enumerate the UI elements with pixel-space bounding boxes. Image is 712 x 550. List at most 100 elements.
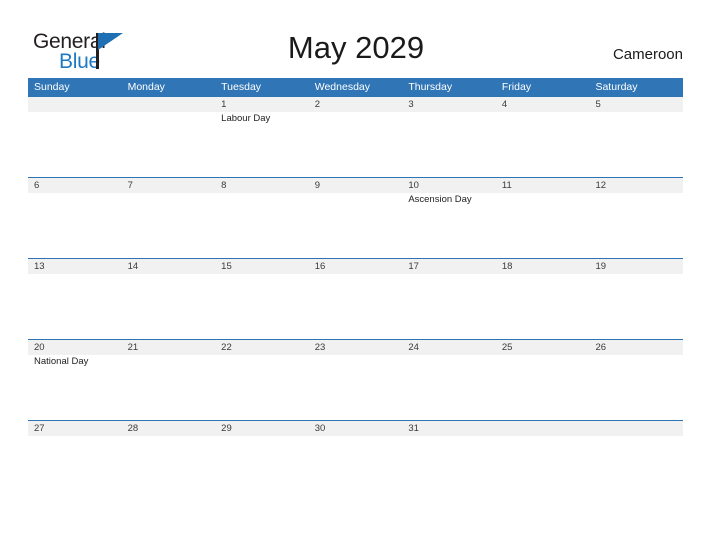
day-number[interactable]: 4 — [496, 97, 590, 112]
day-cell[interactable] — [122, 274, 216, 339]
day-cell[interactable] — [215, 355, 309, 420]
day-cell[interactable] — [496, 436, 590, 501]
day-cell[interactable] — [122, 436, 216, 501]
day-number[interactable]: 23 — [309, 340, 403, 355]
week-row: 27 28 29 30 31 — [28, 420, 683, 501]
week-row: 13 14 15 16 17 18 19 — [28, 258, 683, 339]
week-date-band: 13 14 15 16 17 18 19 — [28, 259, 683, 274]
day-cell[interactable] — [215, 436, 309, 501]
weekday-header-monday: Monday — [127, 81, 165, 93]
day-number[interactable]: 1 — [215, 97, 309, 112]
day-cell[interactable] — [28, 112, 122, 177]
day-cell[interactable] — [28, 193, 122, 258]
day-number[interactable]: 22 — [215, 340, 309, 355]
day-number[interactable]: 2 — [309, 97, 403, 112]
day-number[interactable] — [496, 421, 590, 436]
day-number[interactable]: 28 — [122, 421, 216, 436]
day-cell[interactable] — [589, 112, 683, 177]
calendar-page: General Blue May 2029 Cameroon Sunday Mo… — [0, 0, 712, 550]
day-number[interactable]: 29 — [215, 421, 309, 436]
day-cell[interactable] — [215, 193, 309, 258]
day-number[interactable]: 10 — [402, 178, 496, 193]
day-number[interactable]: 14 — [122, 259, 216, 274]
day-cell[interactable] — [402, 436, 496, 501]
week-date-band: 6 7 8 9 10 11 12 — [28, 178, 683, 193]
day-number[interactable]: 30 — [309, 421, 403, 436]
week-event-area: Labour Day — [28, 112, 683, 177]
day-number[interactable]: 8 — [215, 178, 309, 193]
day-number[interactable] — [28, 97, 122, 112]
page-header: General Blue May 2029 Cameroon — [0, 0, 712, 78]
day-cell[interactable] — [309, 355, 403, 420]
weekday-header-thursday: Thursday — [408, 81, 453, 93]
day-number[interactable]: 20 — [28, 340, 122, 355]
day-number[interactable]: 15 — [215, 259, 309, 274]
page-title: May 2029 — [287, 30, 425, 65]
weekday-header-wednesday: Wednesday — [314, 81, 370, 93]
day-cell[interactable] — [122, 112, 216, 177]
day-cell[interactable] — [28, 274, 122, 339]
day-cell[interactable] — [402, 112, 496, 177]
day-number[interactable]: 5 — [589, 97, 683, 112]
week-row: 6 7 8 9 10 11 12 Ascension Day — [28, 177, 683, 258]
day-cell[interactable]: Labour Day — [215, 112, 309, 177]
holiday-label: Labour Day — [221, 113, 271, 124]
day-number[interactable]: 25 — [496, 340, 590, 355]
day-cell[interactable] — [122, 193, 216, 258]
day-cell[interactable]: National Day — [28, 355, 122, 420]
day-cell[interactable] — [402, 355, 496, 420]
day-number[interactable]: 7 — [122, 178, 216, 193]
day-cell[interactable] — [309, 274, 403, 339]
day-number[interactable]: 13 — [28, 259, 122, 274]
day-cell[interactable] — [589, 274, 683, 339]
day-number[interactable]: 17 — [402, 259, 496, 274]
day-cell[interactable] — [589, 355, 683, 420]
day-cell[interactable] — [402, 274, 496, 339]
day-number[interactable] — [589, 421, 683, 436]
calendar-grid: Sunday Monday Tuesday Wednesday Thursday… — [28, 78, 683, 501]
holiday-label: National Day — [34, 356, 89, 367]
day-number[interactable]: 21 — [122, 340, 216, 355]
country-label: Cameroon — [612, 46, 683, 63]
week-event-area: National Day — [28, 355, 683, 420]
holiday-label: Ascension Day — [408, 194, 472, 205]
weekday-header-friday: Friday — [501, 81, 532, 93]
weekday-header-sunday: Sunday — [34, 81, 70, 93]
day-number[interactable]: 26 — [589, 340, 683, 355]
day-cell[interactable] — [589, 436, 683, 501]
day-cell[interactable] — [589, 193, 683, 258]
day-number[interactable]: 6 — [28, 178, 122, 193]
week-event-area: Ascension Day — [28, 193, 683, 258]
day-cell[interactable] — [496, 193, 590, 258]
weekday-header-tuesday: Tuesday — [221, 81, 262, 93]
day-number[interactable]: 24 — [402, 340, 496, 355]
day-cell[interactable] — [28, 436, 122, 501]
day-number[interactable]: 11 — [496, 178, 590, 193]
day-number[interactable]: 27 — [28, 421, 122, 436]
day-cell[interactable] — [215, 274, 309, 339]
day-cell[interactable] — [496, 274, 590, 339]
weekday-header-saturday: Saturday — [595, 81, 638, 93]
day-cell[interactable]: Ascension Day — [402, 193, 496, 258]
weekday-header-row: Sunday Monday Tuesday Wednesday Thursday… — [28, 78, 683, 96]
week-event-area — [28, 274, 683, 339]
day-cell[interactable] — [496, 355, 590, 420]
day-number[interactable]: 3 — [402, 97, 496, 112]
day-number[interactable]: 18 — [496, 259, 590, 274]
day-number[interactable]: 12 — [589, 178, 683, 193]
day-number[interactable]: 9 — [309, 178, 403, 193]
day-number[interactable]: 16 — [309, 259, 403, 274]
day-number[interactable]: 31 — [402, 421, 496, 436]
day-cell[interactable] — [122, 355, 216, 420]
day-cell[interactable] — [309, 112, 403, 177]
week-event-area — [28, 436, 683, 501]
week-row: 1 2 3 4 5 Labour Day — [28, 96, 683, 177]
day-cell[interactable] — [309, 193, 403, 258]
day-cell[interactable] — [496, 112, 590, 177]
week-row: 20 21 22 23 24 25 26 National Day — [28, 339, 683, 420]
day-number[interactable] — [122, 97, 216, 112]
day-cell[interactable] — [309, 436, 403, 501]
day-number[interactable]: 19 — [589, 259, 683, 274]
week-date-band: 20 21 22 23 24 25 26 — [28, 340, 683, 355]
week-date-band: 27 28 29 30 31 — [28, 421, 683, 436]
